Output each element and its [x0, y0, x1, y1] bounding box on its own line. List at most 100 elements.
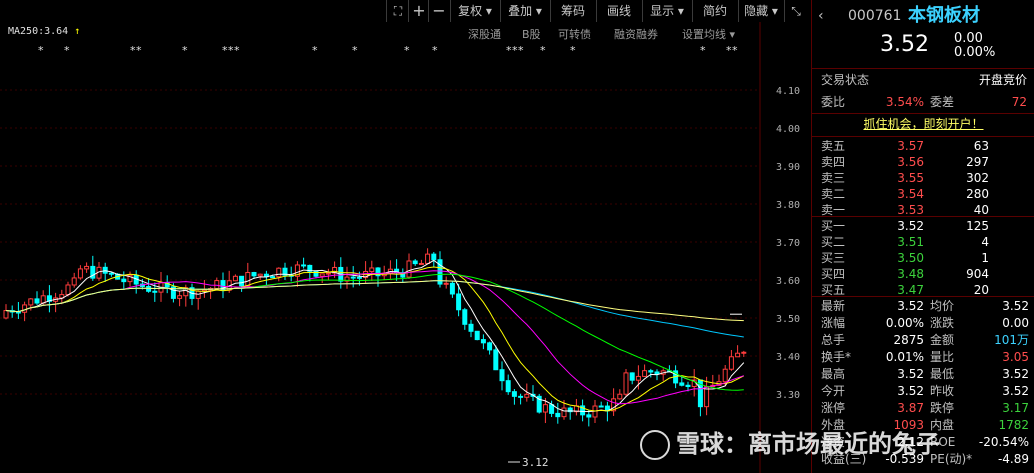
kline-chart-panel[interactable]: ⛶ + − 复权 ▾ 叠加 ▾ 筹码 画线 显示 ▾ 简约 隐藏 ▾ ⤡ MA2…	[0, 0, 810, 473]
candle-body	[425, 253, 431, 264]
stat-value: 0.00	[1002, 316, 1029, 330]
ask-row[interactable]: 卖五 3.57 63	[812, 138, 1034, 154]
book-price: 3.54	[897, 187, 924, 201]
candle-body	[617, 393, 623, 400]
candle-body	[629, 372, 635, 381]
book-label: 买四	[821, 267, 846, 281]
ask-row[interactable]: 卖二 3.54 280	[812, 186, 1034, 202]
stat-value: 3.52	[1002, 384, 1029, 398]
candle-body	[350, 276, 356, 279]
candle-body	[685, 384, 691, 388]
event-marker-icon: *	[432, 44, 438, 57]
candle-body	[40, 295, 46, 304]
ma10-line	[5, 266, 745, 412]
stat-label: 涨跌	[930, 316, 955, 330]
candle-body	[474, 330, 480, 341]
status-label: 交易状态	[821, 73, 870, 87]
candle-body	[443, 282, 449, 285]
book-volume: 4	[981, 235, 989, 249]
candle-body	[257, 273, 263, 277]
book-price: 3.52	[897, 219, 924, 233]
weicha-label: 委差	[930, 95, 955, 109]
stat-label: 最低	[930, 367, 955, 381]
candle-body	[232, 275, 238, 282]
candle-body	[480, 339, 486, 344]
candle-body	[3, 310, 9, 319]
bid-row[interactable]: 买二 3.51 4	[812, 234, 1034, 250]
candle-body	[648, 370, 654, 373]
low-price-marker: 3.12	[522, 456, 549, 469]
stat-value: -4.89	[997, 452, 1029, 466]
candle-body	[276, 267, 282, 278]
candle-body	[586, 414, 592, 418]
candle-body	[325, 272, 331, 275]
stat-label: 总手	[821, 333, 846, 347]
candle-body	[493, 349, 499, 371]
book-volume: 125	[966, 219, 989, 233]
bid-row[interactable]: 买一 3.52 125	[812, 218, 1034, 234]
y-tick-label: 3.60	[776, 276, 800, 287]
book-volume: 297	[966, 155, 989, 169]
stat-value: 3.52	[1002, 367, 1029, 381]
candle-body	[406, 260, 412, 278]
back-chevron-icon[interactable]: ‹	[818, 6, 824, 26]
candle-body	[635, 375, 641, 381]
stat-value: 3.05	[1002, 350, 1029, 364]
candle-body	[301, 264, 307, 267]
stat-label: 涨幅	[821, 316, 846, 330]
candle-body	[549, 404, 555, 414]
candle-body	[449, 282, 455, 295]
candle-body	[71, 277, 77, 286]
stat-label: 昨收	[930, 384, 955, 398]
candle-body	[542, 404, 548, 413]
candle-body	[152, 290, 158, 293]
stat-value: 3.52	[1002, 299, 1029, 313]
bid-row[interactable]: 买四 3.48 904	[812, 266, 1034, 282]
y-tick-label: 3.90	[776, 162, 800, 173]
candle-body	[214, 280, 220, 290]
ma250-line	[5, 280, 744, 322]
status-value: 开盘竞价	[978, 73, 1027, 87]
candle-body	[735, 352, 741, 358]
candle-body	[431, 253, 437, 261]
book-volume: 280	[966, 187, 989, 201]
candle-body	[65, 284, 71, 296]
event-marker-icon: *	[312, 44, 318, 57]
candle-body	[722, 368, 728, 383]
stat-value: 3.87	[897, 401, 924, 415]
kline-svg[interactable]: 4.10 4.00 3.90 3.80 3.70 3.60 3.50 3.40 3.30 * * * *…	[0, 0, 810, 473]
event-marker-icon: *	[234, 44, 240, 57]
candle-body	[102, 266, 108, 274]
stat-value: 3.52	[897, 367, 924, 381]
stat-label: 涨停	[821, 401, 846, 415]
candle-body	[487, 342, 493, 351]
candle-body	[623, 372, 629, 395]
candle-body	[561, 407, 567, 418]
open-account-link[interactable]: 抓住机会，即刻开户！	[863, 117, 983, 131]
stat-label: 金额	[930, 333, 955, 347]
event-marker-icon: *	[404, 44, 410, 57]
stats-row: 换手* 0.01% 量比 3.05	[812, 349, 1034, 365]
stock-code: 000761	[848, 8, 902, 24]
bid-row[interactable]: 买三 3.50 1	[812, 250, 1034, 266]
candle-body	[319, 273, 325, 277]
book-price: 3.55	[897, 171, 924, 185]
candle-body	[245, 272, 251, 287]
price-change: 0.00	[954, 31, 983, 46]
candle-body	[524, 393, 530, 398]
stat-label: 均价	[930, 299, 955, 313]
book-volume: 63	[973, 139, 989, 153]
stat-label: 换手*	[821, 350, 852, 364]
candle-body	[456, 293, 462, 311]
book-price: 3.51	[897, 235, 924, 249]
candle-body	[412, 260, 418, 265]
candle-body	[598, 405, 604, 408]
stat-value: 0.00%	[885, 316, 924, 330]
ask-row[interactable]: 卖四 3.56 297	[812, 154, 1034, 170]
quote-panel: ‹ 000761 本钢板材 3.52 0.00 0.00% 交易状态 开盘竞价 …	[811, 0, 1034, 473]
event-marker-icon: *	[352, 44, 358, 57]
stats-row: 涨幅 0.00% 涨跌 0.00	[812, 315, 1034, 331]
book-price: 3.48	[897, 267, 924, 281]
ask-row[interactable]: 卖三 3.55 302	[812, 170, 1034, 186]
candle-body	[642, 370, 648, 377]
